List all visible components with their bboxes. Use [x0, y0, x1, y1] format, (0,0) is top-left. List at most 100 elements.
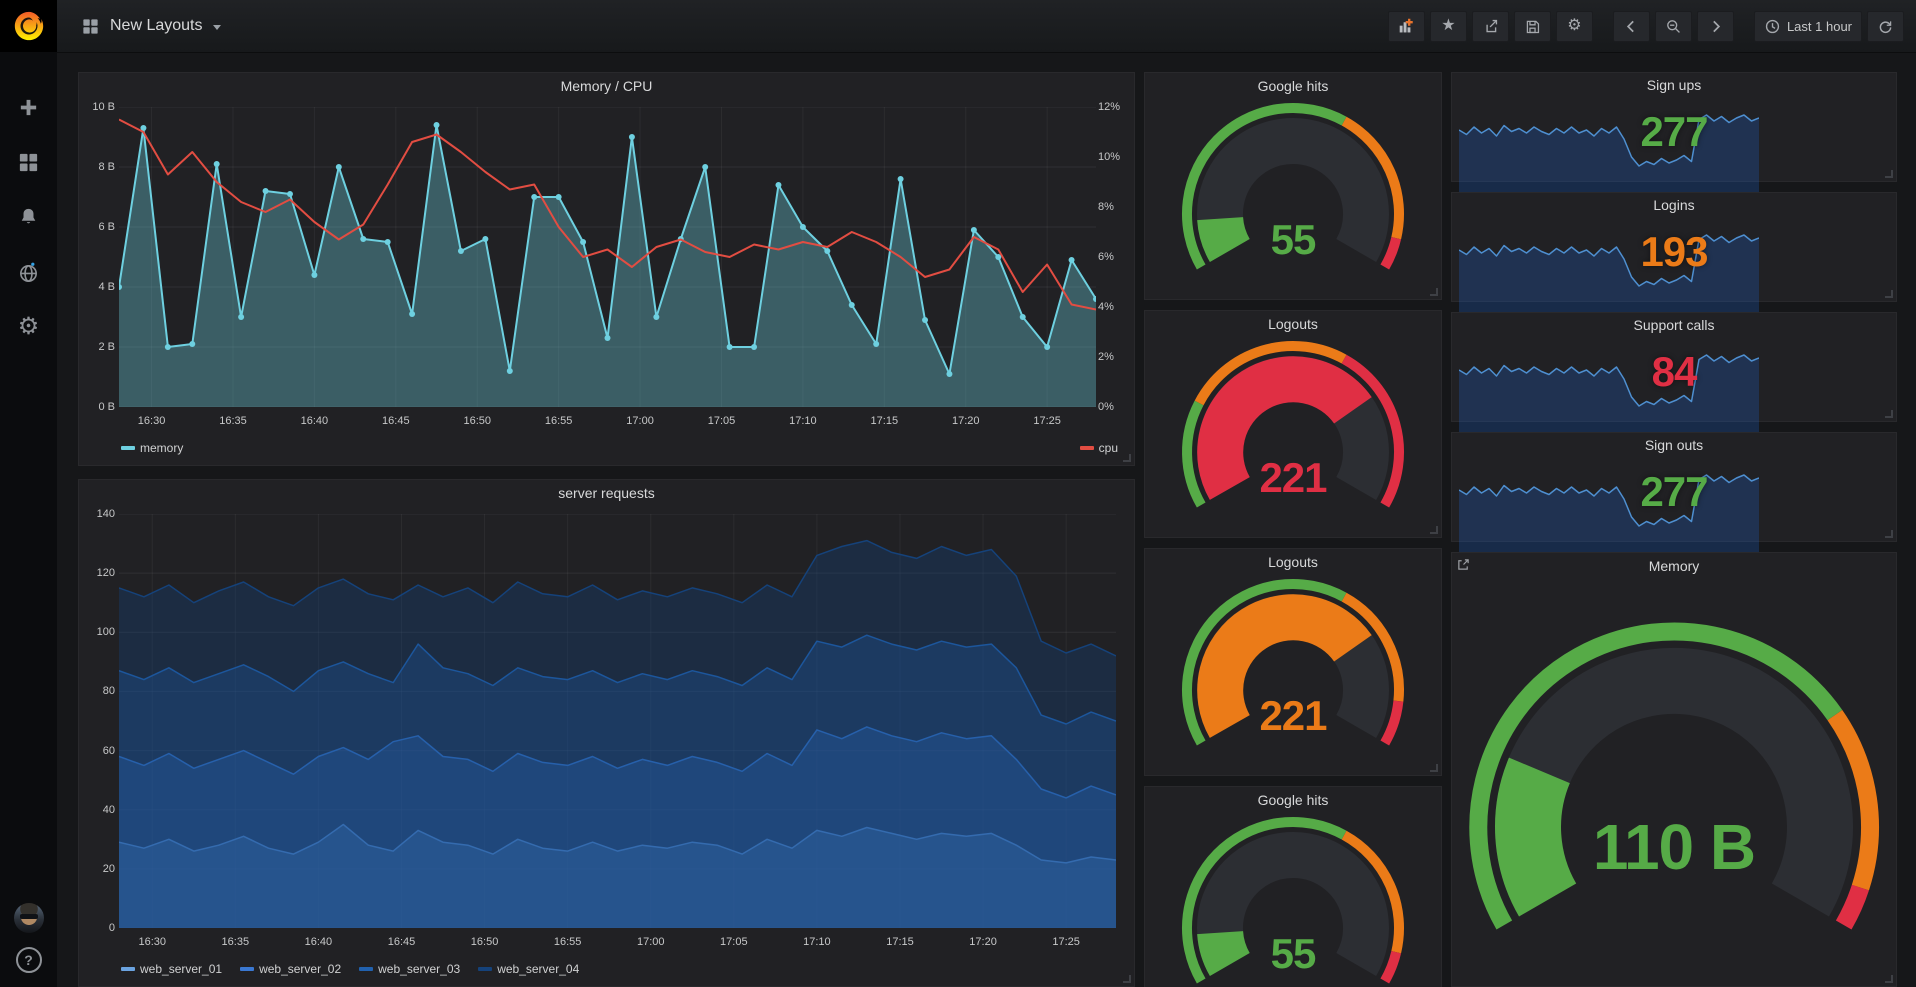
y-axis-left: 0 B2 B4 B6 B8 B10 B	[83, 107, 115, 407]
clock-icon	[1764, 18, 1781, 35]
x-axis: 16:3016:3516:4016:4516:5016:5517:0017:05…	[119, 934, 1116, 950]
panel-stat-sign-outs: Sign outs 277	[1451, 432, 1897, 542]
panel-title[interactable]: Memory / CPU	[79, 73, 1134, 99]
star-dashboard-button[interactable]: ★	[1430, 11, 1467, 42]
panel-stat-logins: Logins 193	[1451, 192, 1897, 302]
dashboard-title-button[interactable]: New Layouts	[69, 17, 221, 36]
gauge-chart	[1145, 575, 1441, 775]
time-range-picker[interactable]: Last 1 hour	[1754, 11, 1862, 42]
legend-item[interactable]: web_server_03	[359, 962, 460, 976]
gauge-chart	[1145, 337, 1441, 537]
chart-plot-area[interactable]	[119, 107, 1096, 407]
explore-globe-icon	[17, 261, 40, 284]
x-tick-label: 16:45	[388, 936, 416, 948]
y-axis-right: 0%2%4%6%8%10%12%	[1098, 107, 1132, 407]
y-tick-label: 0	[83, 922, 115, 934]
x-tick-label: 16:55	[554, 936, 582, 948]
gauge-value: 221	[1145, 457, 1441, 499]
panel-title[interactable]: server requests	[79, 480, 1134, 506]
sidebar-item-configuration[interactable]: ⚙	[14, 312, 44, 342]
y-tick-label: 20	[83, 863, 115, 875]
zoom-out-icon	[1665, 18, 1682, 35]
legend-item[interactable]: web_server_01	[121, 962, 222, 976]
panel-gauge-google-hits: Google hits 55	[1144, 72, 1442, 300]
legend-label: web_server_03	[378, 962, 460, 976]
navbar: New Layouts ★ ⚙	[57, 0, 1916, 52]
dashboard-grid-icon	[81, 17, 100, 36]
share-dashboard-button[interactable]	[1472, 11, 1509, 42]
dashboards-grid-icon	[17, 151, 40, 174]
legend-item[interactable]: web_server_04	[478, 962, 579, 976]
sidebar-item-explore[interactable]	[14, 257, 44, 287]
legend-swatch	[121, 967, 135, 971]
stat-value: 277	[1452, 111, 1896, 153]
gauge-chart	[1145, 99, 1441, 299]
help-icon[interactable]: ?	[16, 947, 42, 973]
x-tick-label: 17:20	[952, 415, 980, 427]
zoom-out-time-button[interactable]	[1655, 11, 1692, 42]
x-tick-label: 17:00	[626, 415, 654, 427]
legend-item[interactable]: memory	[121, 441, 183, 455]
charts-column: Memory / CPU 0 B2 B4 B6 B8 B10 B 0%2%4%6…	[78, 72, 1135, 987]
panel-gauge-memory: Memory 110 B	[1451, 552, 1897, 987]
legend-item[interactable]: web_server_02	[240, 962, 341, 976]
chart-canvas[interactable]	[119, 107, 1096, 407]
y-tick-label: 8%	[1098, 201, 1132, 213]
panel-title[interactable]: Google hits	[1145, 787, 1441, 813]
legend-swatch	[1080, 446, 1094, 450]
y-tick-label: 80	[83, 685, 115, 697]
y-tick-label: 8 B	[83, 161, 115, 173]
panel-stat-sign-ups: Sign ups 277	[1451, 72, 1897, 182]
gauge-chart	[1452, 579, 1896, 976]
stat-value: 193	[1452, 231, 1896, 273]
panel-title[interactable]: Google hits	[1145, 73, 1441, 99]
legend-swatch	[121, 446, 135, 450]
panel-title[interactable]: Logouts	[1145, 311, 1441, 337]
x-tick-label: 17:05	[708, 415, 736, 427]
y-tick-label: 0%	[1098, 401, 1132, 413]
add-panel-button[interactable]	[1388, 11, 1425, 42]
grafana-logo[interactable]	[0, 0, 57, 52]
legend-item[interactable]: cpu	[1080, 441, 1118, 455]
y-tick-label: 6 B	[83, 221, 115, 233]
x-tick-label: 16:40	[301, 415, 329, 427]
panel-gauge-google-hits-2: Google hits 55	[1144, 786, 1442, 987]
sidebar-item-create[interactable]	[14, 92, 44, 122]
legend-label: cpu	[1099, 441, 1118, 455]
legend-label: web_server_02	[259, 962, 341, 976]
save-dashboard-button[interactable]	[1514, 11, 1551, 42]
x-tick-label: 17:00	[637, 936, 665, 948]
gauge-value: 55	[1145, 219, 1441, 261]
x-tick-label: 16:35	[219, 415, 247, 427]
sidebar-item-dashboards[interactable]	[14, 147, 44, 177]
dashboard-settings-button[interactable]: ⚙	[1556, 11, 1593, 42]
time-range-back-button[interactable]	[1613, 11, 1650, 42]
gauges-column: Google hits 55 Logouts 221 Logouts 221 G…	[1144, 72, 1442, 987]
chart-canvas[interactable]	[119, 514, 1116, 928]
share-icon	[1482, 18, 1499, 35]
stats-column: Sign ups 277 Logins 193 Support calls 84…	[1451, 72, 1897, 987]
panel-title[interactable]: Memory	[1452, 553, 1896, 579]
panel-external-link-icon[interactable]	[1457, 558, 1473, 574]
time-range-forward-button[interactable]	[1697, 11, 1734, 42]
x-tick-label: 16:30	[138, 415, 166, 427]
chevron-left-icon	[1623, 18, 1640, 35]
panel-title[interactable]: Logouts	[1145, 549, 1441, 575]
settings-gear-icon: ⚙	[1567, 18, 1581, 34]
panel-title[interactable]: Logins	[1452, 193, 1896, 217]
x-tick-label: 17:05	[720, 936, 748, 948]
panel-title[interactable]: Sign outs	[1452, 433, 1896, 457]
refresh-icon	[1877, 18, 1894, 35]
chart-plot-area[interactable]	[119, 514, 1116, 928]
sidebar-item-alerting[interactable]	[14, 202, 44, 232]
panel-gauge-logouts: Logouts 221	[1144, 310, 1442, 538]
chevron-down-icon	[213, 25, 221, 30]
refresh-button[interactable]	[1867, 11, 1904, 42]
panel-title[interactable]: Sign ups	[1452, 73, 1896, 97]
y-tick-label: 40	[83, 804, 115, 816]
y-tick-label: 10 B	[83, 101, 115, 113]
save-icon	[1524, 18, 1541, 35]
user-avatar[interactable]	[14, 903, 44, 933]
panel-title[interactable]: Support calls	[1452, 313, 1896, 337]
y-tick-label: 10%	[1098, 151, 1132, 163]
